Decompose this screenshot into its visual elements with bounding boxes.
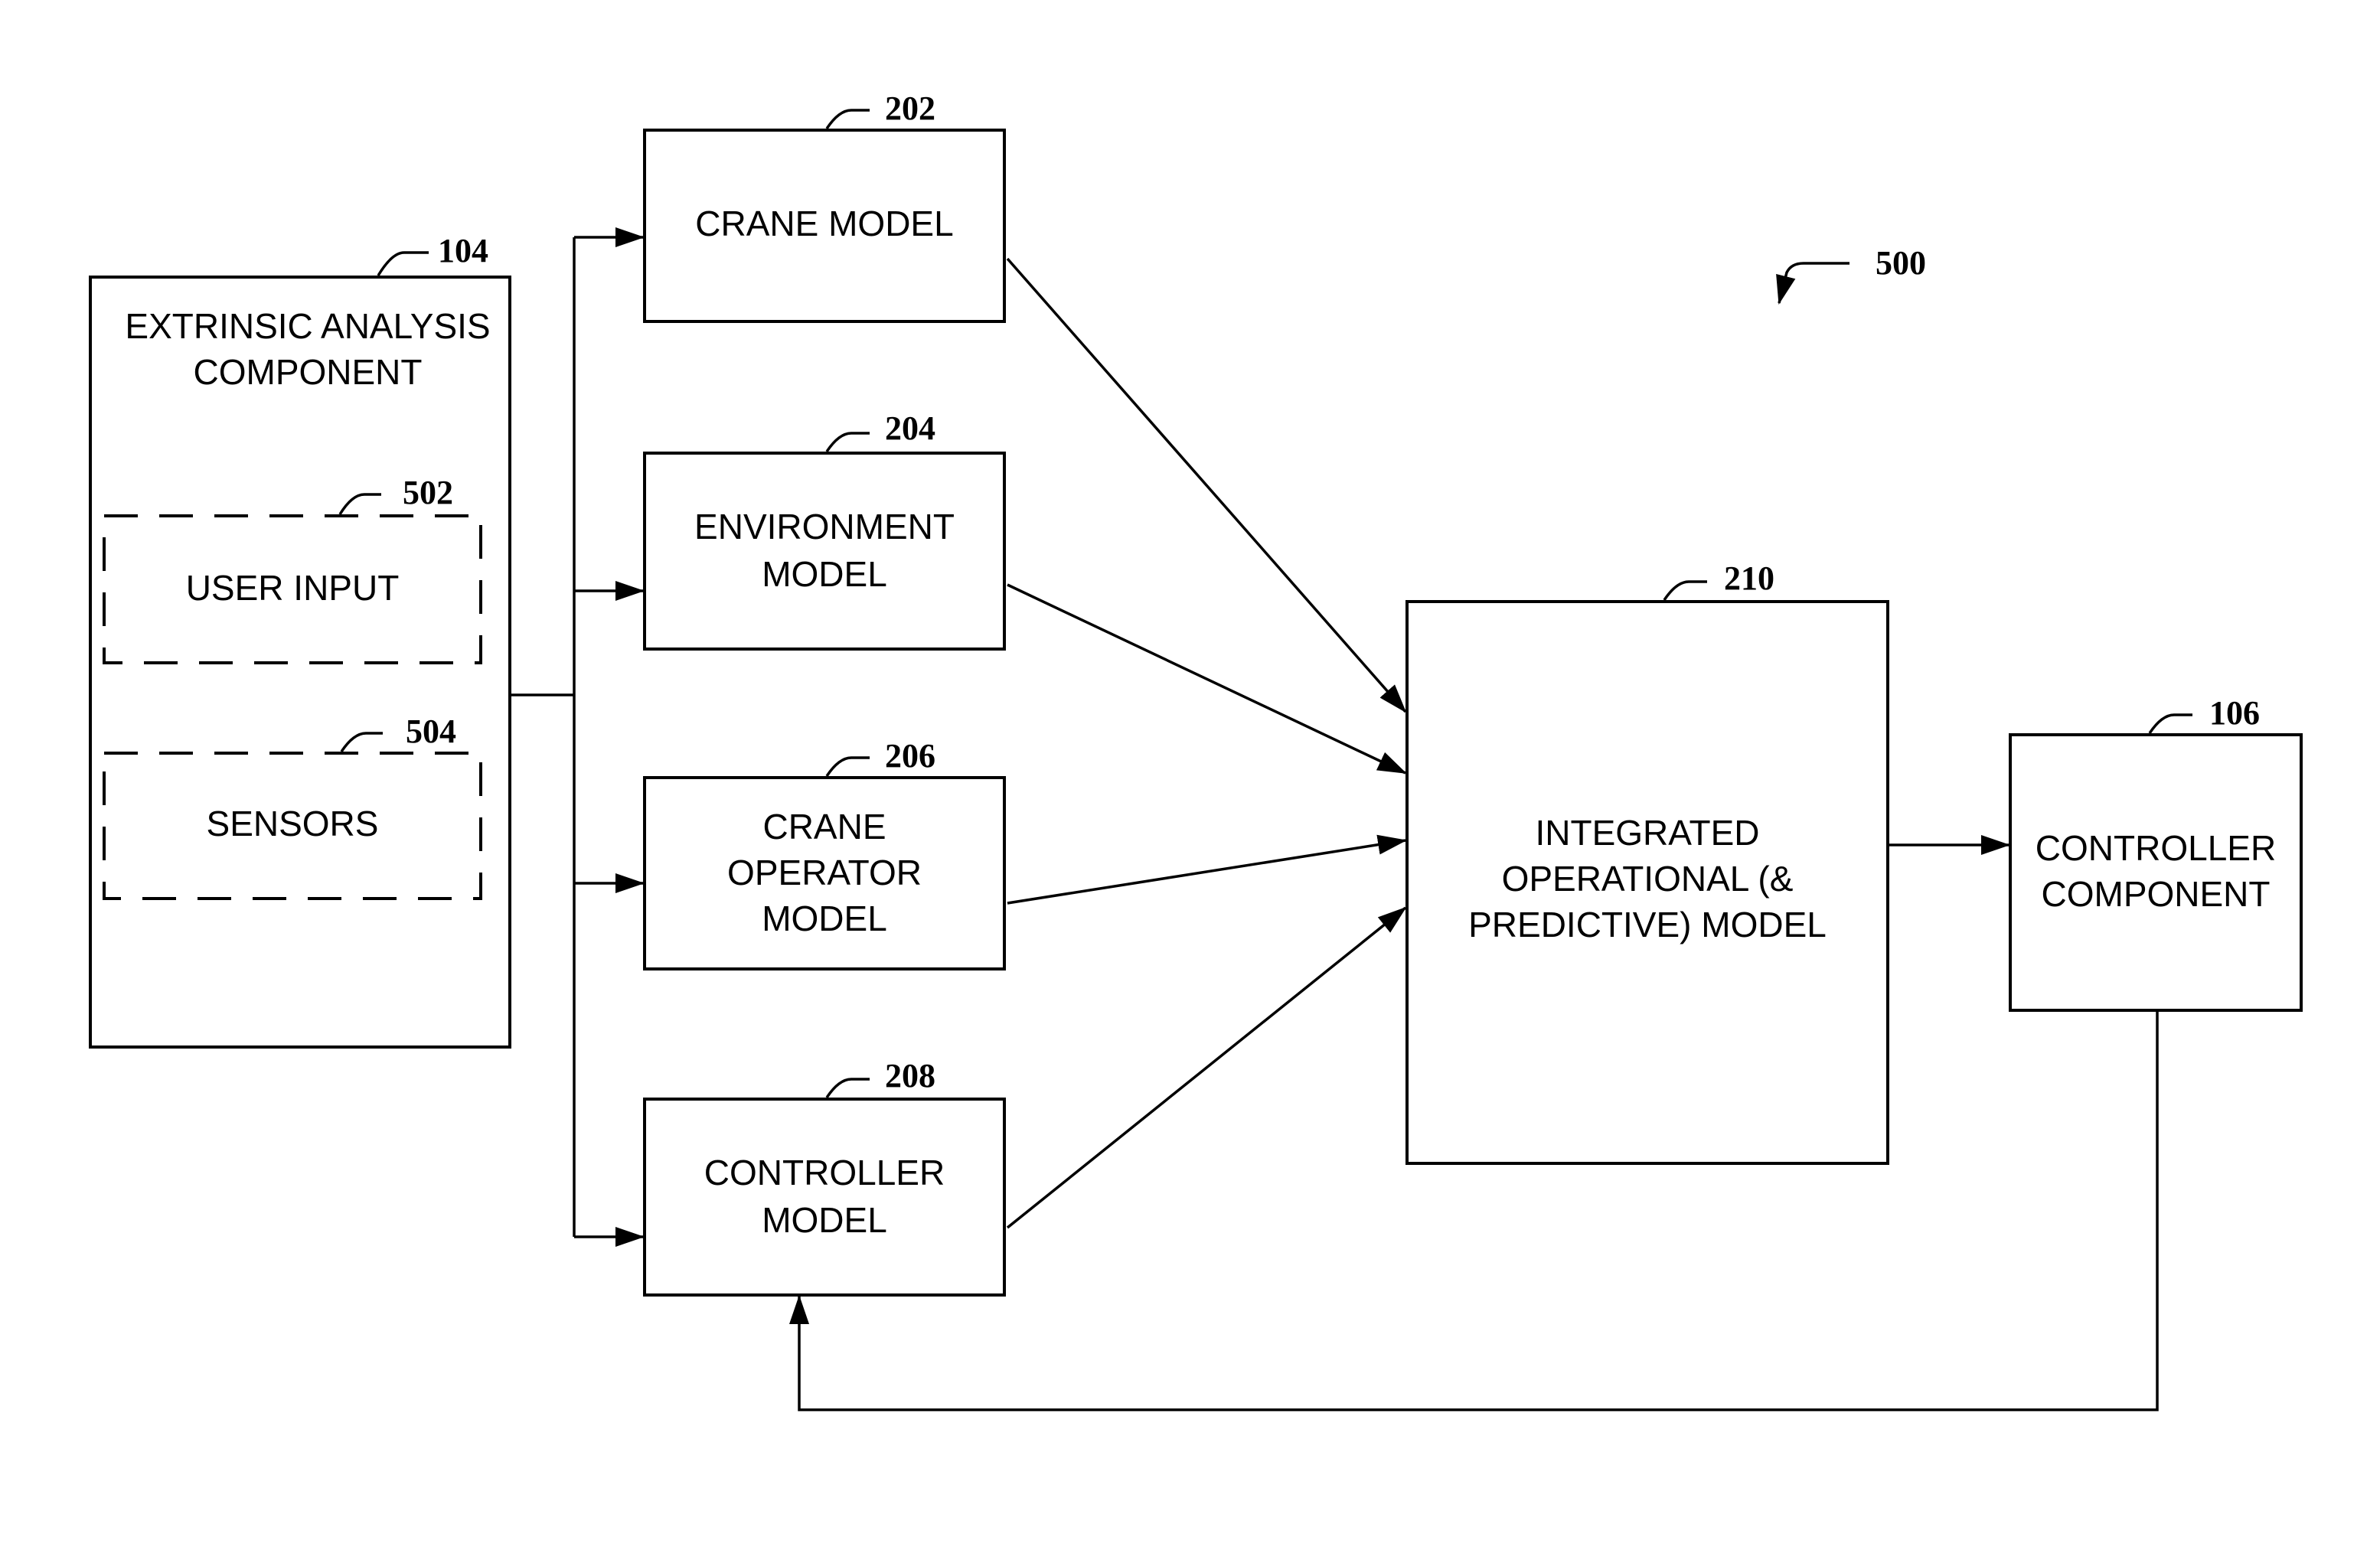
ref-504: 504 — [406, 713, 456, 750]
sensors-label: SENSORS — [207, 804, 379, 843]
crane-operator-model-line-3: MODEL — [762, 899, 887, 938]
environment-model-line-2: MODEL — [762, 554, 887, 594]
input-bus — [510, 227, 645, 1247]
integrated-model[interactable]: INTEGRATED OPERATIONAL (& PREDICTIVE) MO… — [1405, 559, 1889, 1165]
controller-component-line-2: COMPONENT — [2042, 874, 2271, 914]
extrinsic-title-line-1: EXTRINSIC ANALYSIS — [125, 306, 490, 346]
integrated-model-line-2: OPERATIONAL (& — [1502, 859, 1794, 899]
ref-leader-210 — [1663, 580, 1707, 601]
crane-operator-model-line-2: OPERATOR — [727, 853, 922, 892]
extrinsic-title-line-2: COMPONENT — [194, 352, 423, 392]
controller-model-line-2: MODEL — [762, 1200, 887, 1240]
arrow-crane-to-integrated — [1006, 257, 1407, 713]
ref-502: 502 — [403, 474, 453, 511]
controller-component[interactable]: CONTROLLER COMPONENT 106 — [2009, 694, 2303, 1012]
arrow-controller-model-to-integrated — [1006, 906, 1407, 1229]
block-diagram: 500 EXTRINSIC ANALYSIS COMPONENT 104 USE… — [89, 90, 2303, 1411]
crane-operator-model[interactable]: CRANE OPERATOR MODEL 206 — [643, 737, 1006, 970]
user-input-label: USER INPUT — [186, 568, 400, 608]
ref-leader-104 — [377, 251, 429, 276]
crane-model[interactable]: CRANE MODEL 202 — [643, 90, 1006, 323]
ref-leader-206 — [825, 756, 870, 777]
ref-leader-204 — [825, 432, 870, 452]
arrow-environment-to-integrated — [1007, 583, 1407, 775]
figure-ref-arrow — [1776, 262, 1849, 305]
crane-model-label: CRANE MODEL — [695, 204, 953, 243]
controller-model-line-1: CONTROLLER — [704, 1153, 945, 1192]
figure-ref-500: 500 — [1776, 244, 1926, 305]
environment-model-line-1: ENVIRONMENT — [694, 507, 955, 546]
ref-206: 206 — [885, 737, 935, 775]
ref-104: 104 — [438, 232, 488, 269]
figure-ref-label: 500 — [1876, 244, 1926, 282]
ref-leader-202 — [825, 109, 870, 129]
ref-210: 210 — [1724, 559, 1774, 597]
ref-leader-208 — [825, 1078, 870, 1098]
integrated-model-line-3: PREDICTIVE) MODEL — [1468, 905, 1827, 944]
controller-model[interactable]: CONTROLLER MODEL 208 — [643, 1057, 1006, 1297]
crane-operator-model-line-1: CRANE — [762, 807, 886, 847]
environment-model[interactable]: ENVIRONMENT MODEL 204 — [643, 409, 1006, 651]
controller-component-line-1: CONTROLLER — [2036, 828, 2276, 868]
ref-202: 202 — [885, 90, 935, 127]
ref-106: 106 — [2209, 694, 2260, 732]
extrinsic-analysis-component[interactable]: EXTRINSIC ANALYSIS COMPONENT 104 — [89, 232, 511, 1049]
arrow-operator-to-integrated — [1007, 834, 1407, 905]
ref-leader-106 — [2148, 713, 2192, 734]
ref-208: 208 — [885, 1057, 935, 1094]
integrated-model-line-1: INTEGRATED — [1535, 813, 1759, 853]
ref-204: 204 — [885, 409, 935, 447]
